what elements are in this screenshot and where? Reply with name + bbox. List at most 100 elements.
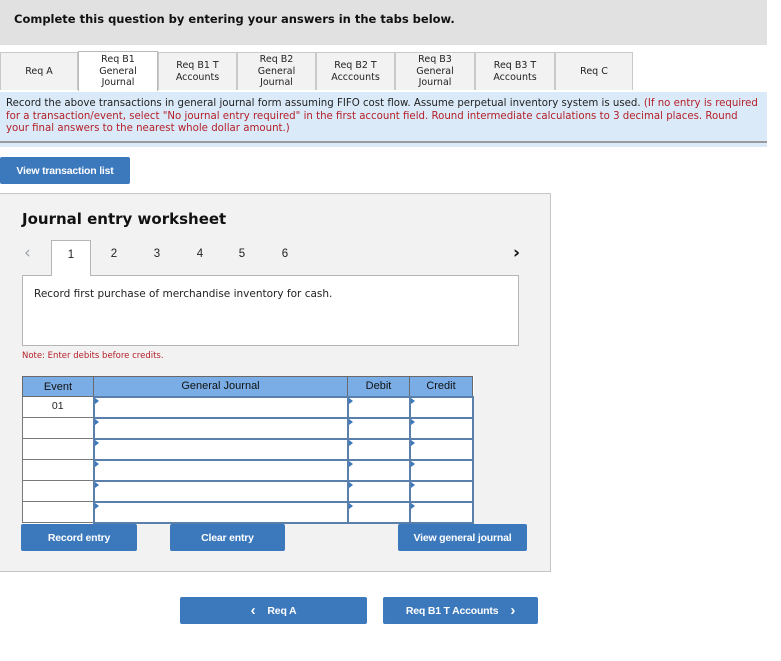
journal-table: Event General Journal Debit Credit 01: [22, 376, 474, 524]
credit-cell[interactable]: [408, 458, 474, 482]
step-tab-2[interactable]: 2: [94, 240, 134, 274]
record-entry-button[interactable]: Record entry: [21, 524, 137, 551]
account-input[interactable]: [94, 482, 347, 502]
credit-cell[interactable]: [408, 395, 474, 419]
debit-input[interactable]: [348, 461, 409, 481]
header-debit: Debit: [347, 376, 410, 397]
credit-input[interactable]: [410, 419, 472, 439]
entry-description: Record first purchase of merchandise inv…: [34, 288, 333, 300]
prev-req-a-button[interactable]: ‹ Req A: [180, 597, 367, 624]
dropdown-marker-icon: [94, 460, 99, 467]
credit-cell[interactable]: [408, 437, 474, 461]
debit-input[interactable]: [348, 419, 409, 439]
input-marker-icon: [410, 481, 415, 488]
step-tab-6[interactable]: 6: [265, 240, 305, 274]
dropdown-marker-icon: [94, 481, 99, 488]
question-header: Complete this question by entering your …: [0, 0, 767, 45]
dropdown-marker-icon: [94, 418, 99, 425]
instructions-main: Record the above transactions in general…: [6, 98, 641, 109]
account-input[interactable]: [94, 503, 347, 523]
event-cell: [22, 438, 94, 460]
step-tab-3[interactable]: 3: [137, 240, 177, 274]
tabs-divider: [0, 141, 767, 143]
step-tab-1[interactable]: 1: [51, 240, 91, 276]
account-cell[interactable]: [92, 479, 349, 503]
credit-cell[interactable]: [408, 500, 474, 524]
table-row: [22, 479, 474, 503]
debit-cell[interactable]: [346, 479, 411, 503]
debit-input[interactable]: [348, 440, 409, 460]
debit-cell[interactable]: [346, 395, 411, 419]
debit-cell[interactable]: [346, 458, 411, 482]
tab-req-c[interactable]: Req C: [555, 52, 633, 90]
clear-entry-button[interactable]: Clear entry: [170, 524, 285, 551]
debit-input[interactable]: [348, 398, 409, 418]
chevron-right-icon[interactable]: ›: [513, 243, 520, 263]
next-req-b1-t-accounts-button[interactable]: Req B1 T Accounts ›: [383, 597, 538, 624]
step-tab-5[interactable]: 5: [222, 240, 262, 274]
dropdown-marker-icon: [94, 502, 99, 509]
input-marker-icon: [410, 439, 415, 446]
account-cell[interactable]: [92, 395, 349, 419]
table-row: [22, 437, 474, 461]
credit-cell[interactable]: [408, 416, 474, 440]
view-transaction-list-button[interactable]: View transaction list: [0, 157, 130, 184]
input-marker-icon: [348, 439, 353, 446]
input-marker-icon: [410, 460, 415, 467]
credit-input[interactable]: [410, 398, 472, 418]
account-cell[interactable]: [92, 500, 349, 524]
step-tab-4[interactable]: 4: [180, 240, 220, 274]
input-marker-icon: [410, 418, 415, 425]
account-input[interactable]: [94, 461, 347, 481]
next-req-label: Req B1 T Accounts: [405, 604, 499, 617]
chevron-left-icon[interactable]: ‹: [24, 243, 31, 263]
journal-table-header: Event General Journal Debit Credit: [22, 376, 473, 397]
account-cell[interactable]: [92, 458, 349, 482]
debit-cell[interactable]: [346, 500, 411, 524]
journal-entry-worksheet: Journal entry worksheet ‹ 1 2 3 4 5 6 › …: [0, 193, 551, 572]
tab-req-b2-general-journal[interactable]: Req B2 General Journal: [237, 52, 316, 90]
account-input[interactable]: [94, 440, 347, 460]
input-marker-icon: [348, 481, 353, 488]
view-general-journal-button[interactable]: View general journal: [398, 524, 527, 551]
credit-input[interactable]: [410, 440, 472, 460]
credit-input[interactable]: [410, 461, 472, 481]
debit-input[interactable]: [348, 482, 409, 502]
debit-cell[interactable]: [346, 437, 411, 461]
account-cell[interactable]: [92, 416, 349, 440]
event-cell: 01: [22, 396, 94, 418]
credit-input[interactable]: [410, 503, 472, 523]
dropdown-marker-icon: [94, 439, 99, 446]
dropdown-marker-icon: [94, 397, 99, 404]
header-general-journal: General Journal: [93, 376, 348, 397]
table-row: 01: [22, 395, 474, 419]
tab-req-b1-general-journal[interactable]: Req B1 General Journal: [78, 51, 158, 91]
account-input[interactable]: [94, 398, 347, 418]
account-cell[interactable]: [92, 437, 349, 461]
debit-cell[interactable]: [346, 416, 411, 440]
account-input[interactable]: [94, 419, 347, 439]
credit-cell[interactable]: [408, 479, 474, 503]
debit-input[interactable]: [348, 503, 409, 523]
table-row: [22, 458, 474, 482]
entry-description-box: Record first purchase of merchandise inv…: [22, 275, 519, 346]
tab-req-b1-t-accounts[interactable]: Req B1 T Accounts: [158, 52, 237, 90]
event-cell: [22, 480, 94, 502]
header-credit: Credit: [409, 376, 473, 397]
input-marker-icon: [348, 502, 353, 509]
input-marker-icon: [348, 460, 353, 467]
worksheet-title: Journal entry worksheet: [22, 210, 227, 228]
credit-input[interactable]: [410, 482, 472, 502]
input-marker-icon: [410, 397, 415, 404]
event-cell: [22, 501, 94, 523]
input-marker-icon: [348, 397, 353, 404]
header-event: Event: [22, 376, 94, 397]
tab-req-b2-t-accounts[interactable]: Req B2 T Acccounts: [316, 52, 395, 90]
chevron-left-icon: ‹: [250, 602, 256, 619]
tab-req-a[interactable]: Req A: [0, 52, 78, 90]
table-row: [22, 416, 474, 440]
tab-req-b3-general-journal[interactable]: Req B3 General Journal: [395, 52, 475, 90]
tab-req-b3-t-accounts[interactable]: Req B3 T Accounts: [475, 52, 555, 90]
question-header-title: Complete this question by entering your …: [14, 12, 455, 26]
chevron-right-icon: ›: [510, 602, 516, 619]
